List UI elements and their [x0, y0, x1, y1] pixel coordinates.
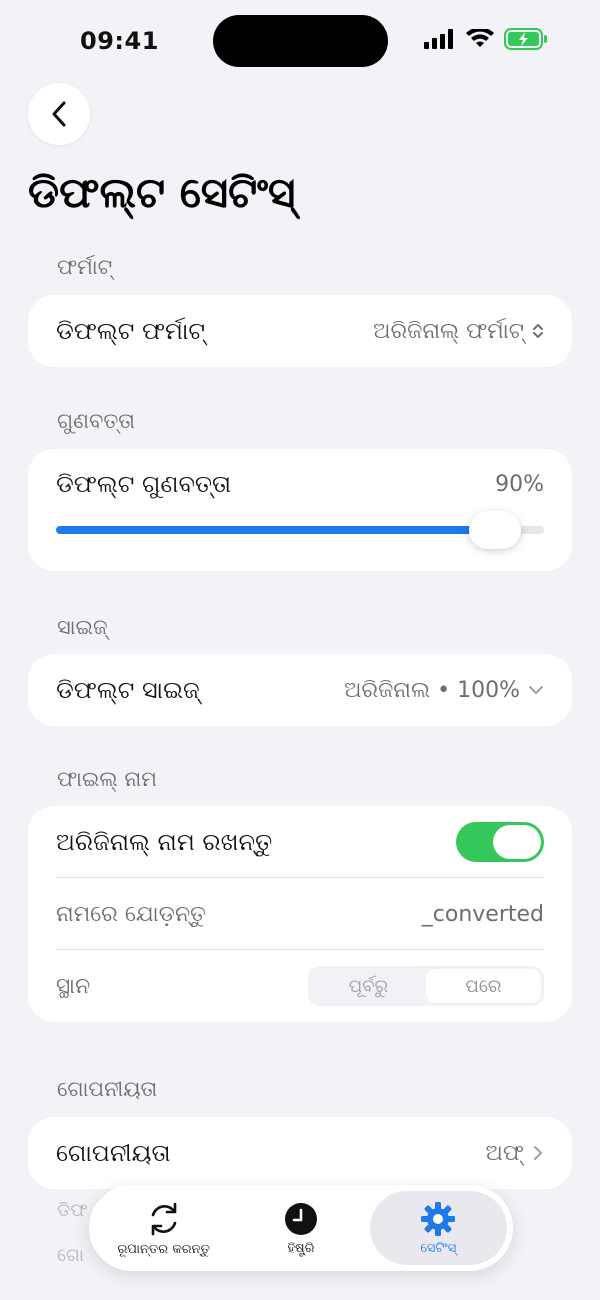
chevron-right-icon: [534, 1146, 543, 1160]
section-header-filename: ଫାଇଲ୍ ନାମ: [57, 767, 157, 791]
toggle-knob: [493, 825, 541, 859]
signal-icon: [424, 29, 453, 49]
screen: 09:41 ଡିଫଲ୍ଟ ସେଟିଂସ୍ ଫର୍ମାଟ୍ ଡିଫଲ୍ଟ ଫର୍ମ…: [0, 0, 600, 1300]
convert-icon: [151, 1202, 176, 1235]
default-format-value-text: ଅରିଜିନାଲ୍ ଫର୍ମାଟ୍: [373, 318, 524, 344]
section-header-size: ସାଇଜ୍: [57, 615, 108, 639]
tab-convert[interactable]: ରୂପାନ୍ତର କରନ୍ତୁ: [95, 1191, 232, 1265]
default-size-value-text: ଅରିଜିନାଲ • 100%: [344, 677, 520, 703]
filename-card: ଅରିଜିନାଲ୍ ନାମ ରଖନ୍ତୁ ନାମରେ ଯୋଡ଼ନ୍ତୁ _con…: [28, 806, 572, 1022]
keep-name-label: ଅରିଜିନାଲ୍ ନାମ ରଖନ୍ତୁ: [56, 828, 273, 856]
privacy-card: ଗୋପନୀୟତା ଅଫ୍: [28, 1117, 572, 1189]
tab-convert-label: ରୂପାନ୍ତର କରନ୍ତୁ: [117, 1241, 210, 1257]
quality-value: 90%: [495, 471, 544, 497]
quality-slider-thumb[interactable]: [469, 511, 522, 549]
quality-row: ଡିଫଲ୍ଟ ଗୁଣବତ୍ତା 90%: [28, 449, 572, 519]
section-header-privacy: ଗୋପନୀୟତା: [57, 1077, 158, 1101]
keep-name-row: ଅରିଜିନାଲ୍ ନାମ ରଖନ୍ତୁ: [28, 806, 572, 878]
chevron-down-icon: [529, 686, 543, 695]
append-value[interactable]: _converted: [422, 902, 544, 927]
gear-icon: [421, 1201, 456, 1236]
tab-history[interactable]: ହିଷ୍ଟ୍ରି: [232, 1191, 369, 1265]
privacy-label: ଗୋପନୀୟତା: [56, 1139, 171, 1167]
default-format-label: ଡିଫଲ୍ଟ ଫର୍ମାଟ୍: [56, 317, 206, 345]
quality-slider-fill: [56, 526, 496, 534]
quality-slider[interactable]: [56, 511, 544, 549]
status-time: 09:41: [80, 27, 159, 55]
chevron-up-down-icon: [533, 323, 543, 339]
position-segmented-control: ପୂର୍ବରୁ ପରେ: [308, 966, 544, 1006]
quality-card: ଡିଫଲ୍ଟ ଗୁଣବତ୍ତା 90%: [28, 449, 572, 571]
position-option-before[interactable]: ପୂର୍ବରୁ: [311, 969, 426, 1003]
tab-history-label: ହିଷ୍ଟ୍ରି: [287, 1240, 315, 1256]
default-size-label: ଡିଫଲ୍ଟ ସାଇଜ୍: [56, 676, 200, 704]
section-header-quality: ଗୁଣବତ୍ତା: [57, 409, 135, 433]
peek-text-1: ଡିଫ: [57, 1200, 88, 1221]
default-size-row[interactable]: ଡିଫଲ୍ଟ ସାଇଜ୍ ଅରିଜିନାଲ • 100%: [28, 654, 572, 726]
battery-icon: [504, 28, 547, 50]
privacy-value-text: ଅଫ୍: [485, 1140, 524, 1166]
tab-settings-label: ସେଟିଂସ୍: [420, 1240, 457, 1256]
chevron-left-icon: [52, 101, 66, 127]
default-format-value: ଅରିଜିନାଲ୍ ଫର୍ମାଟ୍: [373, 319, 544, 344]
section-header-format: ଫର୍ମାଟ୍: [57, 255, 113, 279]
size-card: ଡିଫଲ୍ଟ ସାଇଜ୍ ଅରିଜିନାଲ • 100%: [28, 654, 572, 726]
append-row[interactable]: ନାମରେ ଯୋଡ଼ନ୍ତୁ _converted: [28, 878, 572, 950]
position-option-after[interactable]: ପରେ: [426, 969, 541, 1003]
status-icons: [424, 28, 548, 50]
position-label: ସ୍ଥାନ: [56, 973, 91, 999]
format-card: ଡିଫଲ୍ଟ ଫର୍ମାଟ୍ ଅରିଜିନାଲ୍ ଫର୍ମାଟ୍: [28, 295, 572, 367]
tab-settings[interactable]: ସେଟିଂସ୍: [369, 1191, 507, 1265]
page-title: ଡିଫଲ୍ଟ ସେଟିଂସ୍: [28, 168, 296, 217]
wifi-icon: [466, 29, 494, 47]
position-row: ସ୍ଥାନ ପୂର୍ବରୁ ପରେ: [28, 950, 572, 1022]
clock-icon: [284, 1202, 317, 1235]
peek-text-2: ଗୋ: [57, 1245, 84, 1266]
keep-name-toggle[interactable]: [456, 822, 544, 862]
privacy-row[interactable]: ଗୋପନୀୟତା ଅଫ୍: [28, 1117, 572, 1189]
default-quality-label: ଡିଫଲ୍ଟ ଗୁଣବତ୍ତା: [56, 470, 232, 498]
default-size-value: ଅରିଜିନାଲ • 100%: [344, 678, 544, 703]
back-button[interactable]: [28, 83, 90, 145]
privacy-value: ଅଫ୍: [486, 1141, 544, 1166]
dynamic-island: [213, 15, 388, 67]
default-format-row[interactable]: ଡିଫଲ୍ଟ ଫର୍ମାଟ୍ ଅରିଜିନାଲ୍ ଫର୍ମାଟ୍: [28, 295, 572, 367]
append-label: ନାମରେ ଯୋଡ଼ନ୍ତୁ: [56, 901, 206, 927]
tab-bar: ରୂପାନ୍ତର କରନ୍ତୁ ହିଷ୍ଟ୍ରି ସେଟିଂସ୍: [89, 1185, 513, 1271]
